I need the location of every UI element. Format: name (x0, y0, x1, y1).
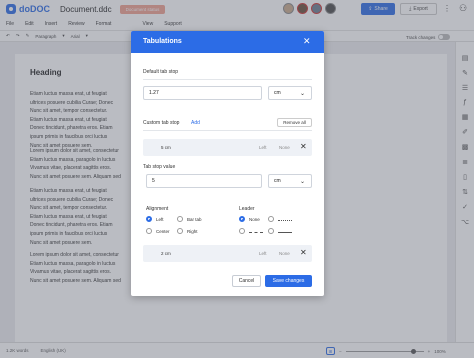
leader-label: Leader (239, 206, 255, 212)
tab-stop-leader: None (279, 145, 290, 150)
delete-tab-stop-icon[interactable]: ✕ (300, 142, 307, 151)
tab-stop-value-input[interactable]: 5 (146, 174, 262, 188)
tab-stop-value-label: Tab stop value (143, 164, 176, 170)
tab-stop-alignment: Left (259, 145, 267, 150)
leader-line-radio[interactable] (268, 228, 274, 234)
leader-dots-sample (278, 220, 292, 221)
save-changes-button-label: Save changes (272, 278, 305, 284)
leader-dots-radio[interactable] (268, 216, 274, 222)
tab-stop-unit-select[interactable]: cm ⌄ (268, 174, 312, 188)
alignment-right-radio[interactable] (177, 228, 183, 234)
add-tab-stop-link[interactable]: Add (191, 120, 200, 126)
default-tab-stop-input[interactable]: 1.27 (143, 86, 262, 100)
leader-none-radio[interactable] (239, 216, 245, 222)
remove-all-button[interactable]: Remove all (277, 118, 312, 127)
chevron-down-icon: ⌄ (299, 179, 305, 185)
remove-all-label: Remove all (283, 120, 306, 125)
tab-stop-leader: None (279, 251, 290, 256)
delete-tab-stop-icon[interactable]: ✕ (300, 248, 307, 257)
cancel-button[interactable]: Cancel (232, 275, 261, 287)
alignment-bar-tab-radio[interactable] (177, 216, 183, 222)
alignment-label: Alignment (146, 206, 169, 212)
leader-line-sample (278, 232, 292, 233)
tab-stop-alignment: Left (259, 251, 267, 256)
alignment-bar-tab-label: Bar tab (187, 217, 202, 222)
tab-stop-row[interactable]: 5 cm Left None ✕ (143, 139, 312, 156)
default-unit-value: cm (274, 90, 281, 96)
cancel-button-label: Cancel (238, 278, 255, 284)
close-icon[interactable]: ✕ (303, 36, 311, 46)
default-tab-stop-label: Default tab stop (143, 69, 179, 75)
alignment-left-label: Left (156, 217, 164, 222)
tab-stop-value: 5 (152, 178, 155, 184)
save-changes-button[interactable]: Save changes (265, 275, 312, 287)
leader-dashes-sample (249, 232, 263, 233)
dialog-title: Tabulations (143, 38, 182, 45)
chevron-down-icon: ⌄ (299, 91, 305, 97)
divider (143, 130, 312, 131)
tabulations-dialog: Tabulations ✕ Default tab stop 1.27 cm ⌄… (131, 31, 324, 296)
custom-tab-stop-label: Custom tab stop (143, 120, 180, 126)
leader-dashes-radio[interactable] (239, 228, 245, 234)
tab-stop-position: 5 cm (161, 145, 171, 150)
default-unit-select[interactable]: cm ⌄ (268, 86, 312, 100)
default-tab-stop-value: 1.27 (149, 90, 159, 96)
tab-stop-position: 2 cm (161, 251, 171, 256)
alignment-center-label: Center (156, 229, 170, 234)
dialog-header: Tabulations ✕ (131, 31, 324, 53)
alignment-right-label: Right (187, 229, 198, 234)
leader-none-label: None (249, 217, 260, 222)
tab-stop-row[interactable]: 2 cm Left None ✕ (143, 245, 312, 262)
divider (143, 79, 312, 80)
alignment-left-radio[interactable] (146, 216, 152, 222)
tab-stop-unit-value: cm (274, 178, 281, 184)
alignment-center-radio[interactable] (146, 228, 152, 234)
